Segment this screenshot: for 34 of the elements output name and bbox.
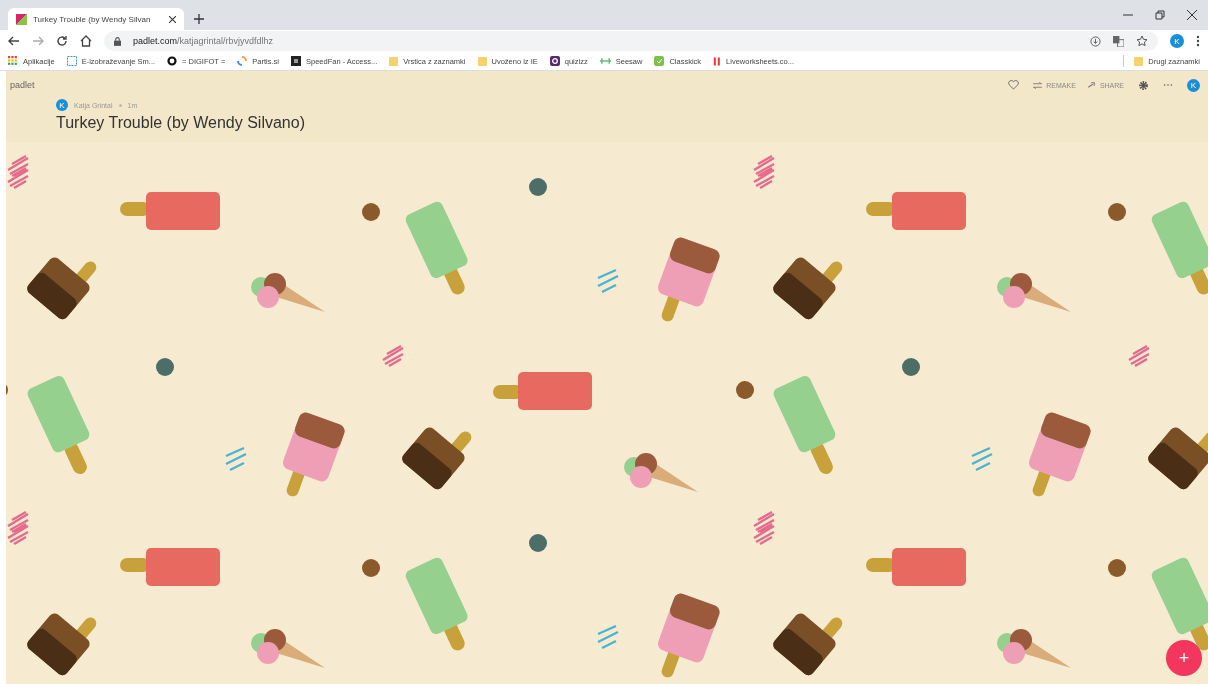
ring-icon [167,56,178,66]
settings-icon[interactable] [1138,79,1149,91]
separator-dot-icon [118,103,122,107]
browser-tab[interactable]: Turkey Trouble (by Wendy Silvan [8,8,184,30]
apps-grid-icon [8,56,18,66]
bars-icon [713,55,722,67]
arrow-icon [1087,82,1096,88]
close-icon[interactable] [1187,10,1197,20]
heart-icon[interactable] [1008,80,1020,90]
padlet-logo[interactable]: padlet [10,80,35,90]
close-tab-icon[interactable] [169,15,176,23]
reload-icon[interactable] [56,35,68,47]
padlet-title: Turkey Trouble (by Wendy Silvano) [56,114,306,132]
folder-icon [477,55,487,67]
new-tab-icon[interactable] [194,14,204,24]
spinner-icon [237,56,248,66]
back-icon[interactable] [8,35,20,47]
home-icon[interactable] [80,35,92,47]
folder-icon [1134,55,1144,67]
dark-square-icon [290,56,301,66]
restore-icon[interactable] [1155,10,1165,20]
download-circle-icon[interactable] [1090,35,1101,47]
more-menu-icon[interactable] [1196,35,1200,47]
user-avatar[interactable]: K [1187,78,1200,92]
lock-icon [114,36,121,46]
dotted-square-icon [66,56,77,66]
star-icon[interactable] [1136,35,1148,47]
author-avatar: K [56,99,68,111]
profile-avatar[interactable]: K [1170,34,1184,48]
folder-icon [389,55,399,67]
translate-icon[interactable] [1113,35,1124,47]
url-text: padlet.com/katjagrintal/rbvjyvdfdlhz [133,36,274,46]
address-field[interactable]: padlet.com/katjagrintal/rbvjyvdfdlhz [104,31,1158,51]
swap-arrows-icon [1033,81,1043,89]
